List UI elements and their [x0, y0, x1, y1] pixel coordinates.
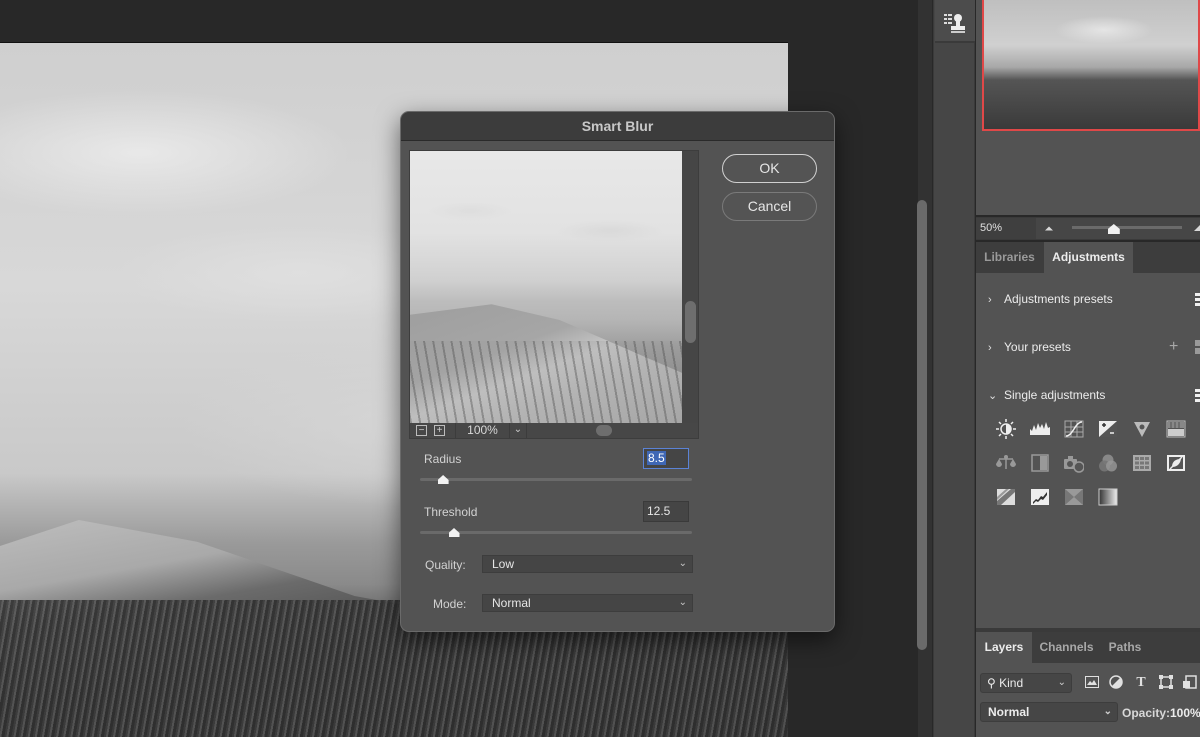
section-label: Your presets [1004, 340, 1071, 354]
chevron-down-icon: ⌄ [1103, 706, 1112, 717]
chevron-right-icon: › [988, 294, 992, 306]
adjustment-layer-filter-icon[interactable] [1108, 675, 1124, 691]
tab-libraries[interactable]: Libraries [976, 242, 1043, 273]
hue-saturation-icon[interactable] [1166, 419, 1186, 439]
exposure-icon[interactable] [1098, 419, 1118, 439]
preview-horizontal-scroll-thumb[interactable] [596, 425, 612, 436]
layers-panel: ⚲ Kind ⌄ T Normal ⌄ Opacity: 100% [976, 663, 1200, 737]
tab-paths[interactable]: Paths [1100, 632, 1150, 663]
shape-layer-filter-icon[interactable] [1158, 675, 1174, 691]
levels-icon[interactable] [1030, 419, 1050, 439]
section-single-adjustments[interactable]: ⌄ Single adjustments [988, 388, 1105, 402]
curves-icon[interactable] [1064, 419, 1084, 439]
adjustments-panel-tabs: Libraries Adjustments [976, 242, 1200, 273]
tab-layers[interactable]: Layers [976, 632, 1032, 663]
color-lookup-icon[interactable] [1132, 453, 1152, 473]
search-icon: ⚲ [987, 676, 996, 690]
view-toggle-icon[interactable] [1195, 340, 1200, 354]
smart-object-filter-icon[interactable] [1182, 675, 1198, 691]
photo-filter-icon[interactable] [1064, 453, 1085, 473]
presets-menu-icon[interactable] [1195, 293, 1200, 307]
threshold-icon[interactable] [1030, 487, 1050, 507]
section-label: Adjustments presets [1004, 292, 1113, 306]
threshold-slider-track[interactable] [420, 531, 692, 534]
gradient-map-icon[interactable] [1098, 487, 1118, 507]
radius-input[interactable]: 8.5 [643, 448, 689, 469]
opacity-label: Opacity: [1122, 706, 1171, 720]
type-layer-filter-icon[interactable]: T [1133, 675, 1149, 691]
radius-value: 8.5 [647, 451, 666, 465]
vibrance-icon[interactable] [1132, 419, 1152, 439]
radius-label: Radius [424, 452, 462, 466]
clone-stamp-icon [944, 14, 965, 33]
quality-value: Low [492, 557, 515, 571]
radius-slider-thumb[interactable] [437, 475, 449, 484]
add-preset-plus-icon[interactable]: + [1169, 338, 1178, 356]
navigator-zoom-bar: 50% [976, 217, 1200, 240]
blend-mode-value: Normal [988, 705, 1030, 719]
preview-vertical-scrollbar[interactable] [683, 151, 698, 423]
smart-blur-dialog: Smart Blur − + 100% ⌄ OK Cancel Radius 8… [400, 111, 835, 632]
threshold-value: 12.5 [647, 504, 671, 518]
section-your-presets[interactable]: › Your presets [988, 340, 1071, 354]
layer-filter-select[interactable]: ⚲ Kind ⌄ [980, 673, 1072, 693]
chevron-down-icon: ⌄ [678, 597, 687, 608]
preview-zoom-bar: − + 100% ⌄ [410, 423, 698, 438]
mode-value: Normal [492, 596, 531, 610]
dialog-title: Smart Blur [581, 118, 654, 134]
mode-select[interactable]: Normal ⌄ [482, 594, 693, 612]
selective-color-icon[interactable] [1064, 487, 1084, 507]
preview-zoom-level: 100% [455, 423, 509, 438]
zoom-dropdown-chevron-icon[interactable]: ⌄ [509, 423, 527, 438]
tab-channels[interactable]: Channels [1033, 632, 1100, 663]
quality-select[interactable]: Low ⌄ [482, 555, 693, 573]
canvas-vertical-scroll-thumb[interactable] [917, 200, 927, 650]
zoom-in-button[interactable]: + [434, 425, 445, 436]
chevron-right-icon: › [988, 342, 992, 354]
filter-preview: − + 100% ⌄ [409, 150, 699, 439]
posterize-icon[interactable] [996, 487, 1016, 507]
radius-slider-track[interactable] [420, 478, 692, 481]
invert-icon[interactable] [1166, 453, 1186, 473]
mode-label: Mode: [433, 597, 467, 611]
navigator-thumbnail[interactable] [982, 0, 1200, 131]
opacity-input[interactable]: 100% [1170, 706, 1200, 720]
preview-vertical-scroll-thumb[interactable] [685, 301, 696, 343]
clone-source-dock-button[interactable] [935, 0, 975, 43]
navigator-zoom-input[interactable]: 50% [976, 218, 1036, 239]
dialog-titlebar[interactable]: Smart Blur [401, 112, 834, 141]
chevron-down-icon: ⌄ [1057, 677, 1066, 688]
black-white-icon[interactable] [1030, 453, 1050, 473]
blend-mode-select[interactable]: Normal ⌄ [980, 702, 1118, 722]
zoom-out-mountain-icon[interactable] [1045, 226, 1053, 231]
section-label: Single adjustments [1004, 388, 1106, 402]
chevron-down-icon: ⌄ [678, 558, 687, 569]
panel-dock [933, 0, 975, 737]
threshold-label: Threshold [424, 505, 478, 519]
tab-adjustments[interactable]: Adjustments [1044, 242, 1133, 273]
pixel-layer-filter-icon[interactable] [1084, 675, 1100, 691]
brightness-contrast-icon[interactable] [996, 419, 1016, 439]
preview-image-grass [410, 341, 682, 423]
color-balance-icon[interactable] [996, 453, 1016, 473]
layers-panel-tabs: Layers Channels Paths [976, 632, 1200, 663]
single-adjustments-menu-icon[interactable] [1195, 389, 1200, 403]
cancel-button[interactable]: Cancel [722, 192, 817, 221]
zoom-out-button[interactable]: − [416, 425, 427, 436]
quality-label: Quality: [425, 558, 466, 572]
channel-mixer-icon[interactable] [1098, 453, 1118, 473]
ok-button[interactable]: OK [722, 154, 817, 183]
section-adjustments-presets[interactable]: › Adjustments presets [988, 292, 1113, 306]
navigator-zoom-slider[interactable] [1072, 226, 1182, 229]
preview-image[interactable] [410, 151, 682, 423]
threshold-slider-thumb[interactable] [448, 528, 460, 537]
chevron-down-icon: ⌄ [988, 390, 998, 402]
layer-filter-value: Kind [999, 676, 1024, 690]
threshold-input[interactable]: 12.5 [643, 501, 689, 522]
adjustments-panel: › Adjustments presets › Your presets + ⌄ Si… [976, 273, 1200, 628]
zoom-in-mountain-icon[interactable] [1194, 224, 1200, 231]
